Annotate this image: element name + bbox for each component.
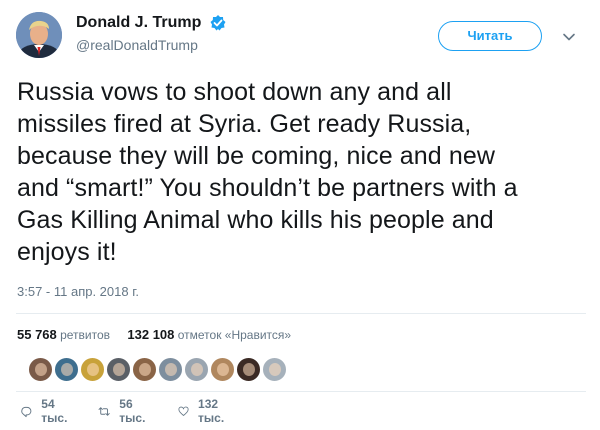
retweets-count: 55 768 [17,327,57,342]
likes-count: 132 108 [127,327,175,342]
liker-avatar-face [139,363,151,376]
liker-avatar[interactable] [184,357,209,382]
liker-avatar-face [217,363,229,376]
reply-icon [21,406,32,417]
liker-avatar[interactable] [28,357,53,382]
retweet-icon [98,406,110,416]
tweet: Donald J. Trump @realDonaldTrump Читать … [0,0,600,430]
liker-avatar[interactable] [80,357,105,382]
likes-stat[interactable]: 132 108 отметок «Нравится» [127,327,292,342]
liker-avatar-face [35,363,47,376]
user-handle[interactable]: @realDonaldTrump [76,37,227,53]
like-count: 132 тыс. [198,397,225,425]
liker-avatar[interactable] [158,357,183,382]
heart-icon [178,406,189,416]
display-name[interactable]: Donald J. Trump [76,14,201,32]
likes-label: отметок «Нравится» [177,328,292,342]
liker-avatar-face [113,363,125,376]
liker-avatar[interactable] [132,357,157,382]
tweet-text: Russia vows to shoot down any and all mi… [17,78,518,266]
avatar[interactable] [16,12,62,58]
retweet-count: 56 тыс. [119,397,146,425]
retweet-button[interactable]: 56 тыс. [98,397,150,425]
engagement-stats: 55 768 ретвитов 132 108 отметок «Нравитс… [17,327,305,342]
liker-avatar-face [165,363,177,376]
reply-count: 54 тыс. [41,397,68,425]
like-button[interactable]: 132 тыс. [178,397,230,425]
liker-avatar-face [243,363,255,376]
liker-avatar[interactable] [54,357,79,382]
chevron-down-icon[interactable] [562,30,576,44]
retweets-label: ретвитов [60,328,111,342]
follow-button[interactable]: Читать [438,21,542,51]
liker-avatar[interactable] [262,357,287,382]
divider [16,391,586,392]
author-block[interactable]: Donald J. Trump @realDonaldTrump [76,14,227,53]
liker-avatar[interactable] [236,357,261,382]
divider [16,313,586,314]
liker-avatar-face [61,363,73,376]
tweet-timestamp[interactable]: 3:57 - 11 апр. 2018 г. [17,284,139,299]
liker-avatar[interactable] [106,357,131,382]
avatar-image [16,12,62,58]
liker-avatar-face [191,363,203,376]
reply-button[interactable]: 54 тыс. [20,397,72,425]
verified-badge-icon [209,14,227,32]
liker-avatar-face [269,363,281,376]
retweets-stat[interactable]: 55 768 ретвитов [17,327,113,342]
liker-avatar-face [87,363,99,376]
liker-avatar[interactable] [210,357,235,382]
